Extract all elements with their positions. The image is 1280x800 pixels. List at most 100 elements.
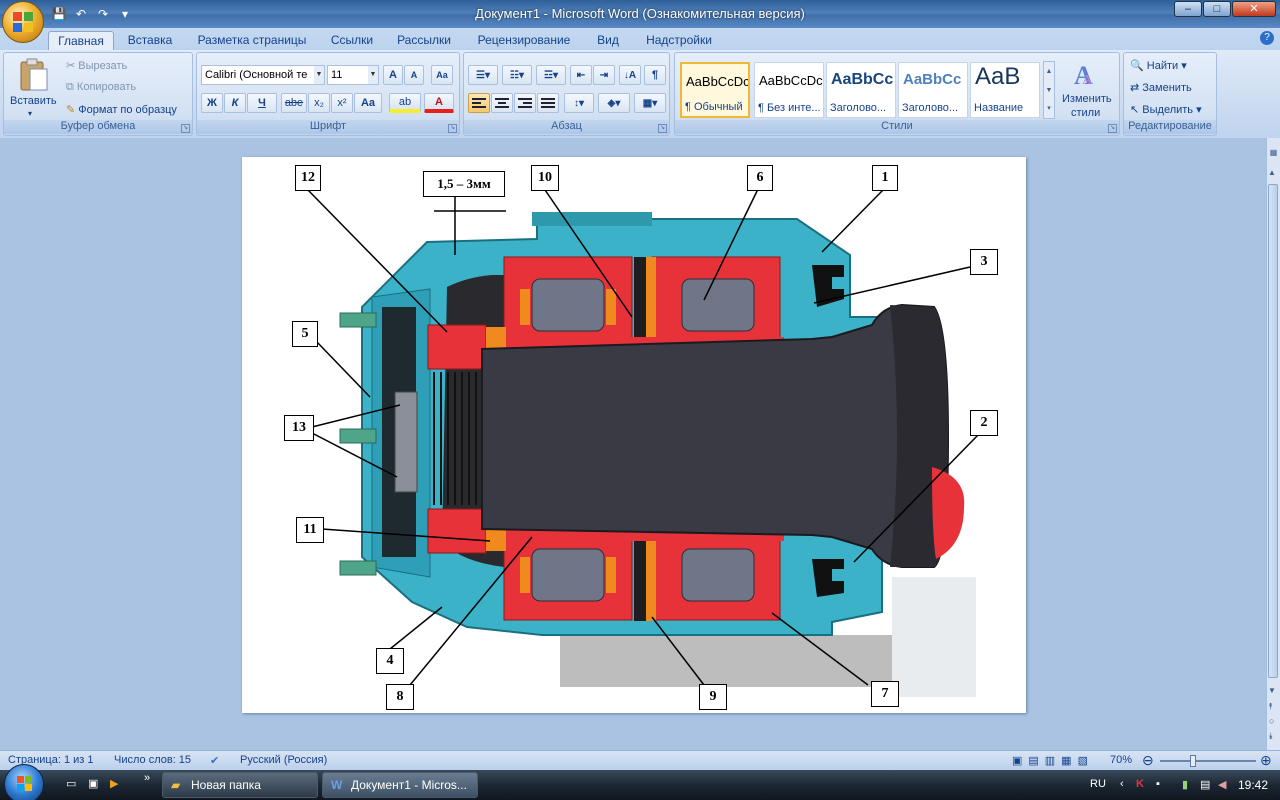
shrink-font-button[interactable]: A: [404, 65, 424, 85]
word-app-icon: W: [331, 778, 343, 792]
paste-button[interactable]: Вставить: [10, 95, 57, 107]
tab-view[interactable]: Вид: [592, 31, 624, 50]
align-right-button[interactable]: [514, 93, 536, 113]
clear-formatting-button[interactable]: Aa: [431, 65, 453, 85]
format-painter-button[interactable]: ✎ Формат по образцу: [66, 103, 177, 116]
justify-button[interactable]: [537, 93, 559, 113]
shading-button[interactable]: ◈▾: [598, 93, 630, 113]
numbering-button[interactable]: ☷▾: [502, 65, 532, 85]
safely-remove-icon[interactable]: ▮: [1182, 778, 1188, 791]
sort-button[interactable]: ↓A: [619, 65, 641, 85]
subscript-button[interactable]: x₂: [308, 93, 330, 113]
document-page[interactable]: 12 1,5 – 3мм 10 6 1 3 5 13 2 11 4 8 9 7: [242, 157, 1026, 713]
superscript-button[interactable]: x²: [331, 93, 353, 113]
word-count[interactable]: Число слов: 15: [114, 754, 191, 766]
find-button[interactable]: 🔍 Найти ▾: [1130, 59, 1187, 72]
zoom-slider-thumb[interactable]: [1190, 755, 1196, 767]
media-quicklaunch-icon[interactable]: ▶: [110, 777, 118, 790]
network-icon[interactable]: ▤: [1200, 778, 1210, 791]
tab-mailings[interactable]: Рассылки: [392, 31, 456, 50]
browse-object-icon[interactable]: ○: [1269, 716, 1274, 726]
styles-more-icon[interactable]: ▾: [1044, 100, 1054, 118]
input-language[interactable]: RU: [1090, 778, 1106, 790]
tab-insert[interactable]: Вставка: [122, 31, 178, 50]
language-indicator[interactable]: Русский (Россия): [240, 754, 327, 766]
font-launcher-icon[interactable]: ↘: [448, 124, 457, 133]
office-button[interactable]: [2, 1, 44, 43]
bold-button[interactable]: Ж: [201, 93, 223, 113]
font-family-select[interactable]: Calibri (Основной те ▼: [201, 65, 325, 85]
align-center-button[interactable]: [491, 93, 513, 113]
show-marks-button[interactable]: ¶: [644, 65, 666, 85]
zoom-level[interactable]: 70%: [1110, 754, 1132, 766]
scroll-down-icon[interactable]: ▼: [1268, 686, 1276, 695]
scroll-thumb[interactable]: [1268, 184, 1278, 678]
decrease-indent-button[interactable]: ⇤: [570, 65, 592, 85]
ruler-toggle-icon[interactable]: ▦: [1268, 148, 1279, 158]
align-left-button[interactable]: [468, 93, 490, 113]
multilevel-list-button[interactable]: ☲▾: [536, 65, 566, 85]
taskbar-folder[interactable]: ▰ Новая папка: [162, 772, 318, 798]
tab-review[interactable]: Рецензирование: [470, 31, 578, 50]
underline-button[interactable]: Ч: [247, 93, 277, 113]
styles-scroll-down-icon[interactable]: ▼: [1044, 81, 1054, 100]
strikethrough-button[interactable]: abe: [281, 93, 307, 113]
tab-page-layout[interactable]: Разметка страницы: [192, 31, 312, 50]
copy-button[interactable]: ⧉ Копировать: [66, 81, 136, 94]
zoom-slider[interactable]: [1160, 755, 1256, 767]
spellcheck-icon[interactable]: ✔: [210, 754, 219, 767]
font-color-button[interactable]: A: [424, 93, 454, 113]
tab-home[interactable]: Главная: [48, 31, 114, 50]
change-case-button[interactable]: Aa: [354, 93, 382, 113]
bullets-button[interactable]: ☰▾: [468, 65, 498, 85]
zoom-out-icon[interactable]: ⊖: [1142, 752, 1154, 769]
tab-references[interactable]: Ссылки: [326, 31, 378, 50]
styles-launcher-icon[interactable]: ↘: [1108, 124, 1117, 133]
volume-icon[interactable]: ◀: [1218, 778, 1226, 791]
style-no-spacing[interactable]: AaBbCcDc ¶ Без инте...: [754, 62, 824, 118]
borders-button[interactable]: ▦▾: [634, 93, 666, 113]
paste-dropdown-icon[interactable]: ▾: [28, 109, 32, 118]
paragraph-launcher-icon[interactable]: ↘: [658, 124, 667, 133]
quicklaunch-more-icon[interactable]: »: [144, 772, 150, 784]
start-button[interactable]: [4, 764, 44, 800]
style-heading-2[interactable]: AaBbCc Заголово...: [898, 62, 968, 118]
clipboard-launcher-icon[interactable]: ↘: [181, 124, 190, 133]
change-styles-label2: стили: [1071, 107, 1101, 119]
line-spacing-button[interactable]: ↕▾: [564, 93, 594, 113]
help-icon[interactable]: ?: [1260, 31, 1274, 45]
italic-button[interactable]: К: [224, 93, 246, 113]
clock[interactable]: 19:42: [1238, 778, 1268, 792]
style-title[interactable]: AaB Название: [970, 62, 1040, 118]
select-button[interactable]: ↖ Выделить ▾: [1130, 103, 1202, 116]
explorer-quicklaunch-icon[interactable]: ▣: [88, 777, 98, 790]
change-styles-button[interactable]: Изменить: [1062, 93, 1112, 105]
view-buttons[interactable]: ▣▤▥▦▧: [1012, 754, 1094, 767]
next-page-icon[interactable]: ⯯: [1268, 731, 1273, 742]
tray-expand-icon[interactable]: ‹: [1120, 778, 1124, 790]
replace-button[interactable]: ⇄ Заменить: [1130, 81, 1192, 94]
minimize-button[interactable]: –: [1174, 1, 1202, 17]
font-size-select[interactable]: 11 ▼: [327, 65, 379, 85]
styles-scroll[interactable]: ▲ ▼ ▾: [1043, 61, 1055, 119]
styles-scroll-up-icon[interactable]: ▲: [1044, 62, 1054, 81]
style-normal[interactable]: AaBbCcDc ¶ Обычный: [680, 62, 750, 118]
highlight-button[interactable]: ab: [389, 93, 421, 113]
style-heading-1[interactable]: AaBbCc Заголово...: [826, 62, 896, 118]
cut-button[interactable]: ✂ Вырезать: [66, 59, 127, 72]
close-button[interactable]: ✕: [1232, 1, 1276, 17]
font-group: Calibri (Основной те ▼ 11 ▼ A A Aa Ж К Ч a…: [196, 52, 460, 136]
tray-app-icon[interactable]: ▪: [1156, 778, 1160, 790]
grow-font-button[interactable]: A: [383, 65, 403, 85]
prev-page-icon[interactable]: ⯭: [1268, 701, 1273, 712]
antivirus-icon[interactable]: K: [1136, 778, 1144, 790]
increase-indent-button[interactable]: ⇥: [593, 65, 615, 85]
maximize-button[interactable]: □: [1203, 1, 1231, 17]
scroll-up-icon[interactable]: ▲: [1268, 168, 1276, 177]
tab-addins[interactable]: Надстройки: [640, 31, 718, 50]
zoom-in-icon[interactable]: ⊕: [1260, 752, 1272, 769]
taskbar-word[interactable]: W Документ1 - Micros...: [322, 772, 478, 798]
show-desktop-icon[interactable]: ▭: [66, 777, 76, 790]
roller-top-right: [681, 278, 755, 332]
shaft-end-seal: [932, 467, 965, 559]
